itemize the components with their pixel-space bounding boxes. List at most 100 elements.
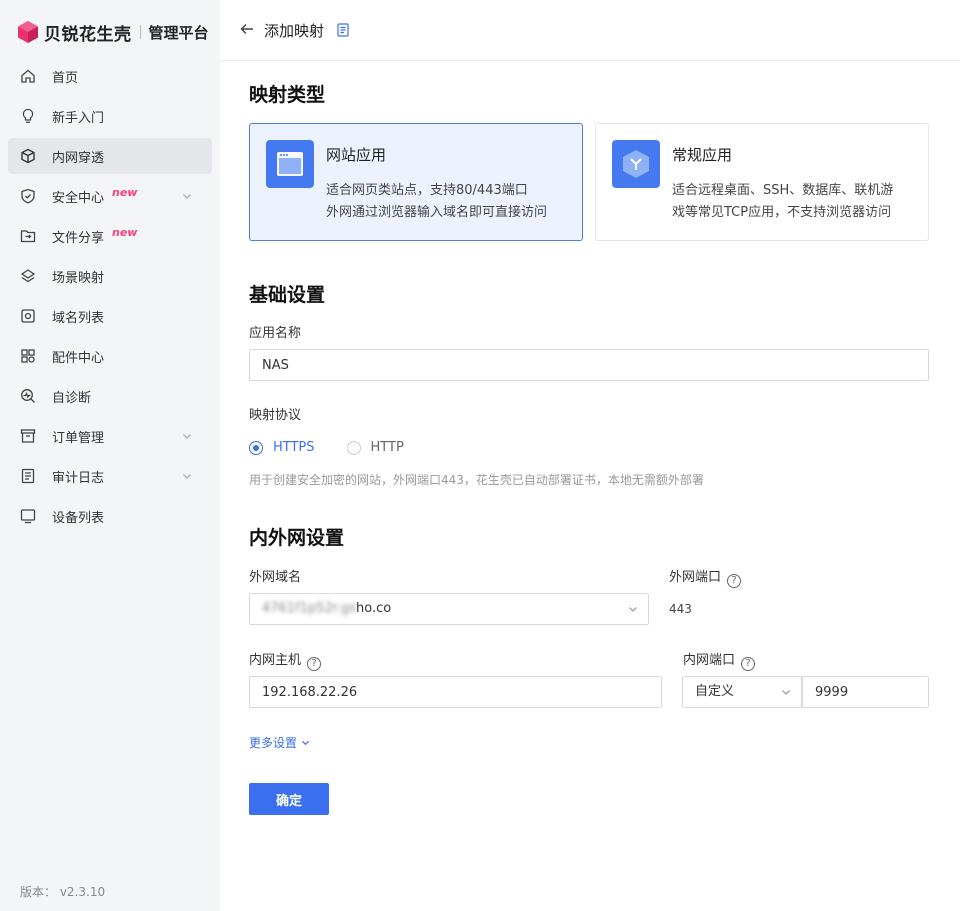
int-host-input[interactable] (249, 676, 662, 708)
type-card-desc-line: 外网通过浏览器输入域名即可直接访问 (326, 205, 548, 220)
ext-domain-blurred: 4761f1p52r.gs (262, 601, 357, 616)
sidebar-item-scene-mapping[interactable]: 场景映射 (8, 258, 212, 294)
chevron-down-icon (183, 434, 191, 439)
protocol-label: 映射协议 (249, 408, 302, 423)
int-port-mode-value: 自定义 (695, 684, 735, 699)
int-port-mode-select[interactable]: 自定义 (682, 676, 802, 708)
diagnose-icon (20, 388, 36, 404)
chevron-down-icon (629, 607, 637, 612)
help-icon[interactable]: ? (741, 657, 756, 671)
sidebar-item-self-diagnosis[interactable]: 自诊断 (8, 378, 212, 414)
help-icon[interactable]: ? (307, 657, 322, 671)
brand[interactable]: 贝锐花生壳 管理平台 (16, 18, 209, 46)
page-title: 添加映射 (264, 22, 325, 40)
sidebar-item-getting-started[interactable]: 新手入门 (8, 98, 212, 134)
confirm-button[interactable]: 确定 (249, 783, 329, 815)
order-icon (20, 428, 36, 444)
type-card-title: 网站应用 (326, 146, 387, 164)
chevron-down-icon (183, 474, 191, 479)
browser-window-icon (266, 140, 314, 188)
apps-icon (20, 348, 36, 364)
sidebar-item-intranet-penetration[interactable]: 内网穿透 (8, 138, 212, 174)
more-settings-label: 更多设置 (249, 736, 298, 750)
app-name-input[interactable] (249, 349, 929, 381)
ext-domain-label: 外网域名 (249, 570, 302, 585)
sidebar-item-label: 首页 (52, 70, 79, 86)
section-title-network: 内外网设置 (249, 527, 345, 549)
ext-port-value: 443 (669, 602, 692, 616)
new-badge: new (112, 185, 138, 199)
log-icon (20, 468, 36, 484)
sidebar-item-home[interactable]: 首页 (8, 58, 212, 94)
type-card-desc-line: 适合网页类站点，支持80/443端口 (326, 183, 528, 198)
radio-http[interactable] (346, 440, 361, 455)
type-card-general[interactable]: 常规应用 适合远程桌面、SSH、数据库、联机游 戏等常见TCP应用，不支持浏览器… (595, 123, 929, 241)
sidebar-item-security-center[interactable]: 安全中心 new (8, 178, 212, 214)
type-card-desc: 适合网页类站点，支持80/443端口 外网通过浏览器输入域名即可直接访问 (326, 180, 576, 224)
section-title-basic: 基础设置 (249, 284, 326, 306)
brand-name: 贝锐花生壳 (44, 24, 132, 45)
sidebar-item-label: 新手入门 (52, 110, 105, 126)
brand-platform: 管理平台 (148, 23, 209, 42)
sidebar-item-label: 设备列表 (52, 510, 105, 526)
chevron-down-icon (782, 690, 790, 695)
int-host-label: 内网主机 (249, 653, 302, 668)
protocol-radio-group: HTTPS HTTP (249, 440, 404, 455)
document-icon[interactable] (337, 23, 349, 37)
new-badge: new (112, 225, 138, 239)
cube-icon (20, 148, 36, 164)
lightbulb-icon (20, 108, 36, 124)
back-arrow-icon[interactable] (240, 22, 254, 36)
radio-https[interactable] (249, 440, 263, 455)
sidebar-item-device-list[interactable]: 设备列表 (8, 498, 212, 534)
radio-http-label[interactable]: HTTP (371, 440, 404, 455)
ext-port-label: 外网端口 (669, 570, 722, 585)
int-port-label: 内网端口 (683, 653, 736, 668)
sidebar-item-accessory-center[interactable]: 配件中心 (8, 338, 212, 374)
sidebar-item-label: 安全中心 (52, 190, 105, 206)
home-icon (20, 68, 36, 84)
file-share-icon (20, 228, 36, 244)
ext-port-label-wrap: 外网端口? (669, 566, 742, 588)
section-title-mapping-type: 映射类型 (249, 84, 326, 106)
monitor-icon (20, 508, 36, 524)
sidebar-item-file-share[interactable]: 文件分享 new (8, 218, 212, 254)
brand-separator (139, 25, 141, 39)
sidebar: 贝锐花生壳 管理平台 首页 新手入门 内网穿透 安全中心 new 文件分享 ne… (0, 0, 220, 911)
chevron-down-icon (183, 194, 191, 199)
type-card-desc: 适合远程桌面、SSH、数据库、联机游 戏等常见TCP应用，不支持浏览器访问 (672, 180, 922, 224)
domain-icon (20, 308, 36, 324)
brand-logo-icon (18, 21, 38, 43)
sidebar-item-label: 订单管理 (52, 430, 105, 446)
sidebar-item-audit-log[interactable]: 审计日志 (8, 458, 212, 494)
version-text: 版本： v2.3.10 (20, 885, 106, 899)
help-icon[interactable]: ? (727, 574, 742, 588)
scene-icon (20, 268, 36, 284)
int-host-label-wrap: 内网主机? (249, 649, 322, 671)
sidebar-item-domain-list[interactable]: 域名列表 (8, 298, 212, 334)
type-card-title: 常规应用 (672, 146, 733, 164)
sidebar-item-order-management[interactable]: 订单管理 (8, 418, 212, 454)
main-content: 映射类型 网站应用 适合网页类站点，支持80/443端口 外网通过浏览器输入域名… (220, 61, 960, 911)
app-name-label: 应用名称 (249, 326, 302, 341)
ext-domain-select[interactable]: 4761f1p52r.gsho.co (249, 593, 649, 625)
sidebar-item-label: 自诊断 (52, 390, 92, 406)
shield-icon (20, 188, 36, 204)
sidebar-item-label: 配件中心 (52, 350, 105, 366)
page-header: 添加映射 (220, 0, 960, 61)
chevron-down-icon (301, 740, 309, 746)
sidebar-item-label: 内网穿透 (52, 150, 105, 166)
int-port-input[interactable] (802, 676, 929, 708)
sidebar-nav: 首页 新手入门 内网穿透 安全中心 new 文件分享 new 场景映射 域名列表… (8, 58, 212, 538)
ext-domain-visible: ho.co (356, 601, 392, 616)
protocol-hint: 用于创建安全加密的网站，外网端口443，花生壳已自动部署证书，本地无需额外部署 (249, 473, 704, 487)
type-card-desc-line: 适合远程桌面、SSH、数据库、联机游 (672, 183, 894, 198)
sidebar-item-label: 域名列表 (52, 310, 105, 326)
radio-https-label[interactable]: HTTPS (273, 440, 315, 455)
sidebar-item-label: 文件分享 (52, 230, 105, 246)
hexagon-app-icon (612, 140, 660, 188)
type-card-desc-line: 戏等常见TCP应用，不支持浏览器访问 (672, 205, 892, 220)
int-port-label-wrap: 内网端口? (683, 649, 756, 671)
type-card-website[interactable]: 网站应用 适合网页类站点，支持80/443端口 外网通过浏览器输入域名即可直接访… (249, 123, 583, 241)
more-settings-link[interactable]: 更多设置 (249, 734, 310, 751)
